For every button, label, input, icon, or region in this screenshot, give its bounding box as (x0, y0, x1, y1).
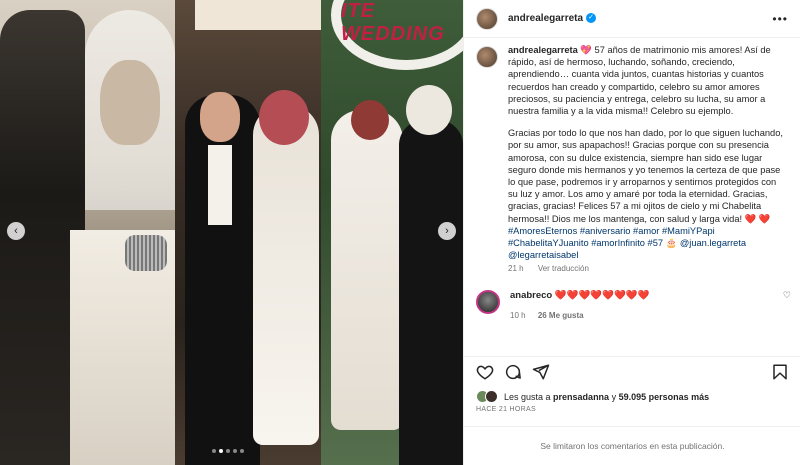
caption-time: 21 h (508, 264, 524, 274)
comment-bubble-icon[interactable] (504, 363, 522, 381)
post-side-panel: andrealegarreta ✓ ••• andrealegarreta 💖 5… (463, 0, 800, 465)
share-paper-plane-icon[interactable] (532, 363, 550, 381)
caption-author-avatar[interactable] (476, 46, 498, 68)
author-username[interactable]: andrealegarreta ✓ (508, 13, 597, 24)
post-actions-bar (464, 356, 800, 386)
author-avatar[interactable] (476, 7, 498, 30)
like-heart-icon[interactable] (476, 363, 494, 381)
verified-badge-icon: ✓ (586, 13, 597, 24)
carousel-prev-button[interactable]: ‹ (7, 222, 25, 240)
comment-username[interactable]: anabreco (510, 290, 552, 301)
save-bookmark-icon[interactable] (771, 363, 789, 381)
caption: andrealegarreta 💖 57 años de matrimonio … (476, 44, 791, 276)
likes-first-user[interactable]: prensadanna (553, 392, 609, 402)
caption-username[interactable]: andrealegarreta (508, 45, 578, 55)
comments-limited-notice: Se limitaron los comentarios en esta pub… (464, 426, 800, 465)
comment-text: ❤️❤️❤️❤️❤️❤️❤️❤️ (554, 289, 650, 301)
post-header: andrealegarreta ✓ ••• (464, 0, 800, 38)
comments-scroll-area[interactable]: andrealegarreta 💖 57 años de matrimonio … (464, 44, 800, 344)
liker-avatar (485, 390, 498, 403)
chapel-sign-text: ITE WEDDING (341, 0, 445, 45)
instagram-post-view: ITE WEDDING ‹ › andrealegarreta ✓ ••• and… (0, 0, 800, 465)
caption-meta: 21 h Ver traducción (508, 263, 783, 275)
commenter-avatar[interactable] (476, 289, 500, 314)
comment-likes[interactable]: 26 Me gusta (538, 311, 584, 320)
post-media-carousel[interactable]: ITE WEDDING ‹ › (0, 0, 463, 465)
microphone-image (125, 235, 167, 271)
see-translation-link[interactable]: Ver traducción (538, 264, 589, 273)
likes-summary[interactable]: Les gusta a prensadanna y 59.095 persona… (476, 390, 709, 403)
post-timestamp[interactable]: HACE 21 HORAS (476, 406, 536, 413)
caption-paragraph-2: Gracias por todo lo que nos han dado, po… (508, 128, 783, 224)
likes-and: y (609, 391, 619, 402)
caption-paragraph-1: 💖 57 años de matrimonio mis amores! Así … (508, 45, 771, 117)
comment-time: 10 h (510, 310, 526, 320)
carousel-next-button[interactable]: › (438, 222, 456, 240)
likes-prefix: Les gusta a (504, 391, 554, 402)
photo-panel-couple-night (175, 0, 321, 465)
comment-item: anabreco ❤️❤️❤️❤️❤️❤️❤️❤️ 10 h 26 Me gus… (476, 289, 791, 320)
carousel-dots (212, 449, 244, 453)
comment-like-heart-icon[interactable]: ♡ (783, 290, 791, 320)
more-options-icon[interactable]: ••• (772, 12, 788, 26)
photo-panel-vintage (0, 0, 175, 465)
likes-count[interactable]: 59.095 personas más (619, 392, 710, 402)
